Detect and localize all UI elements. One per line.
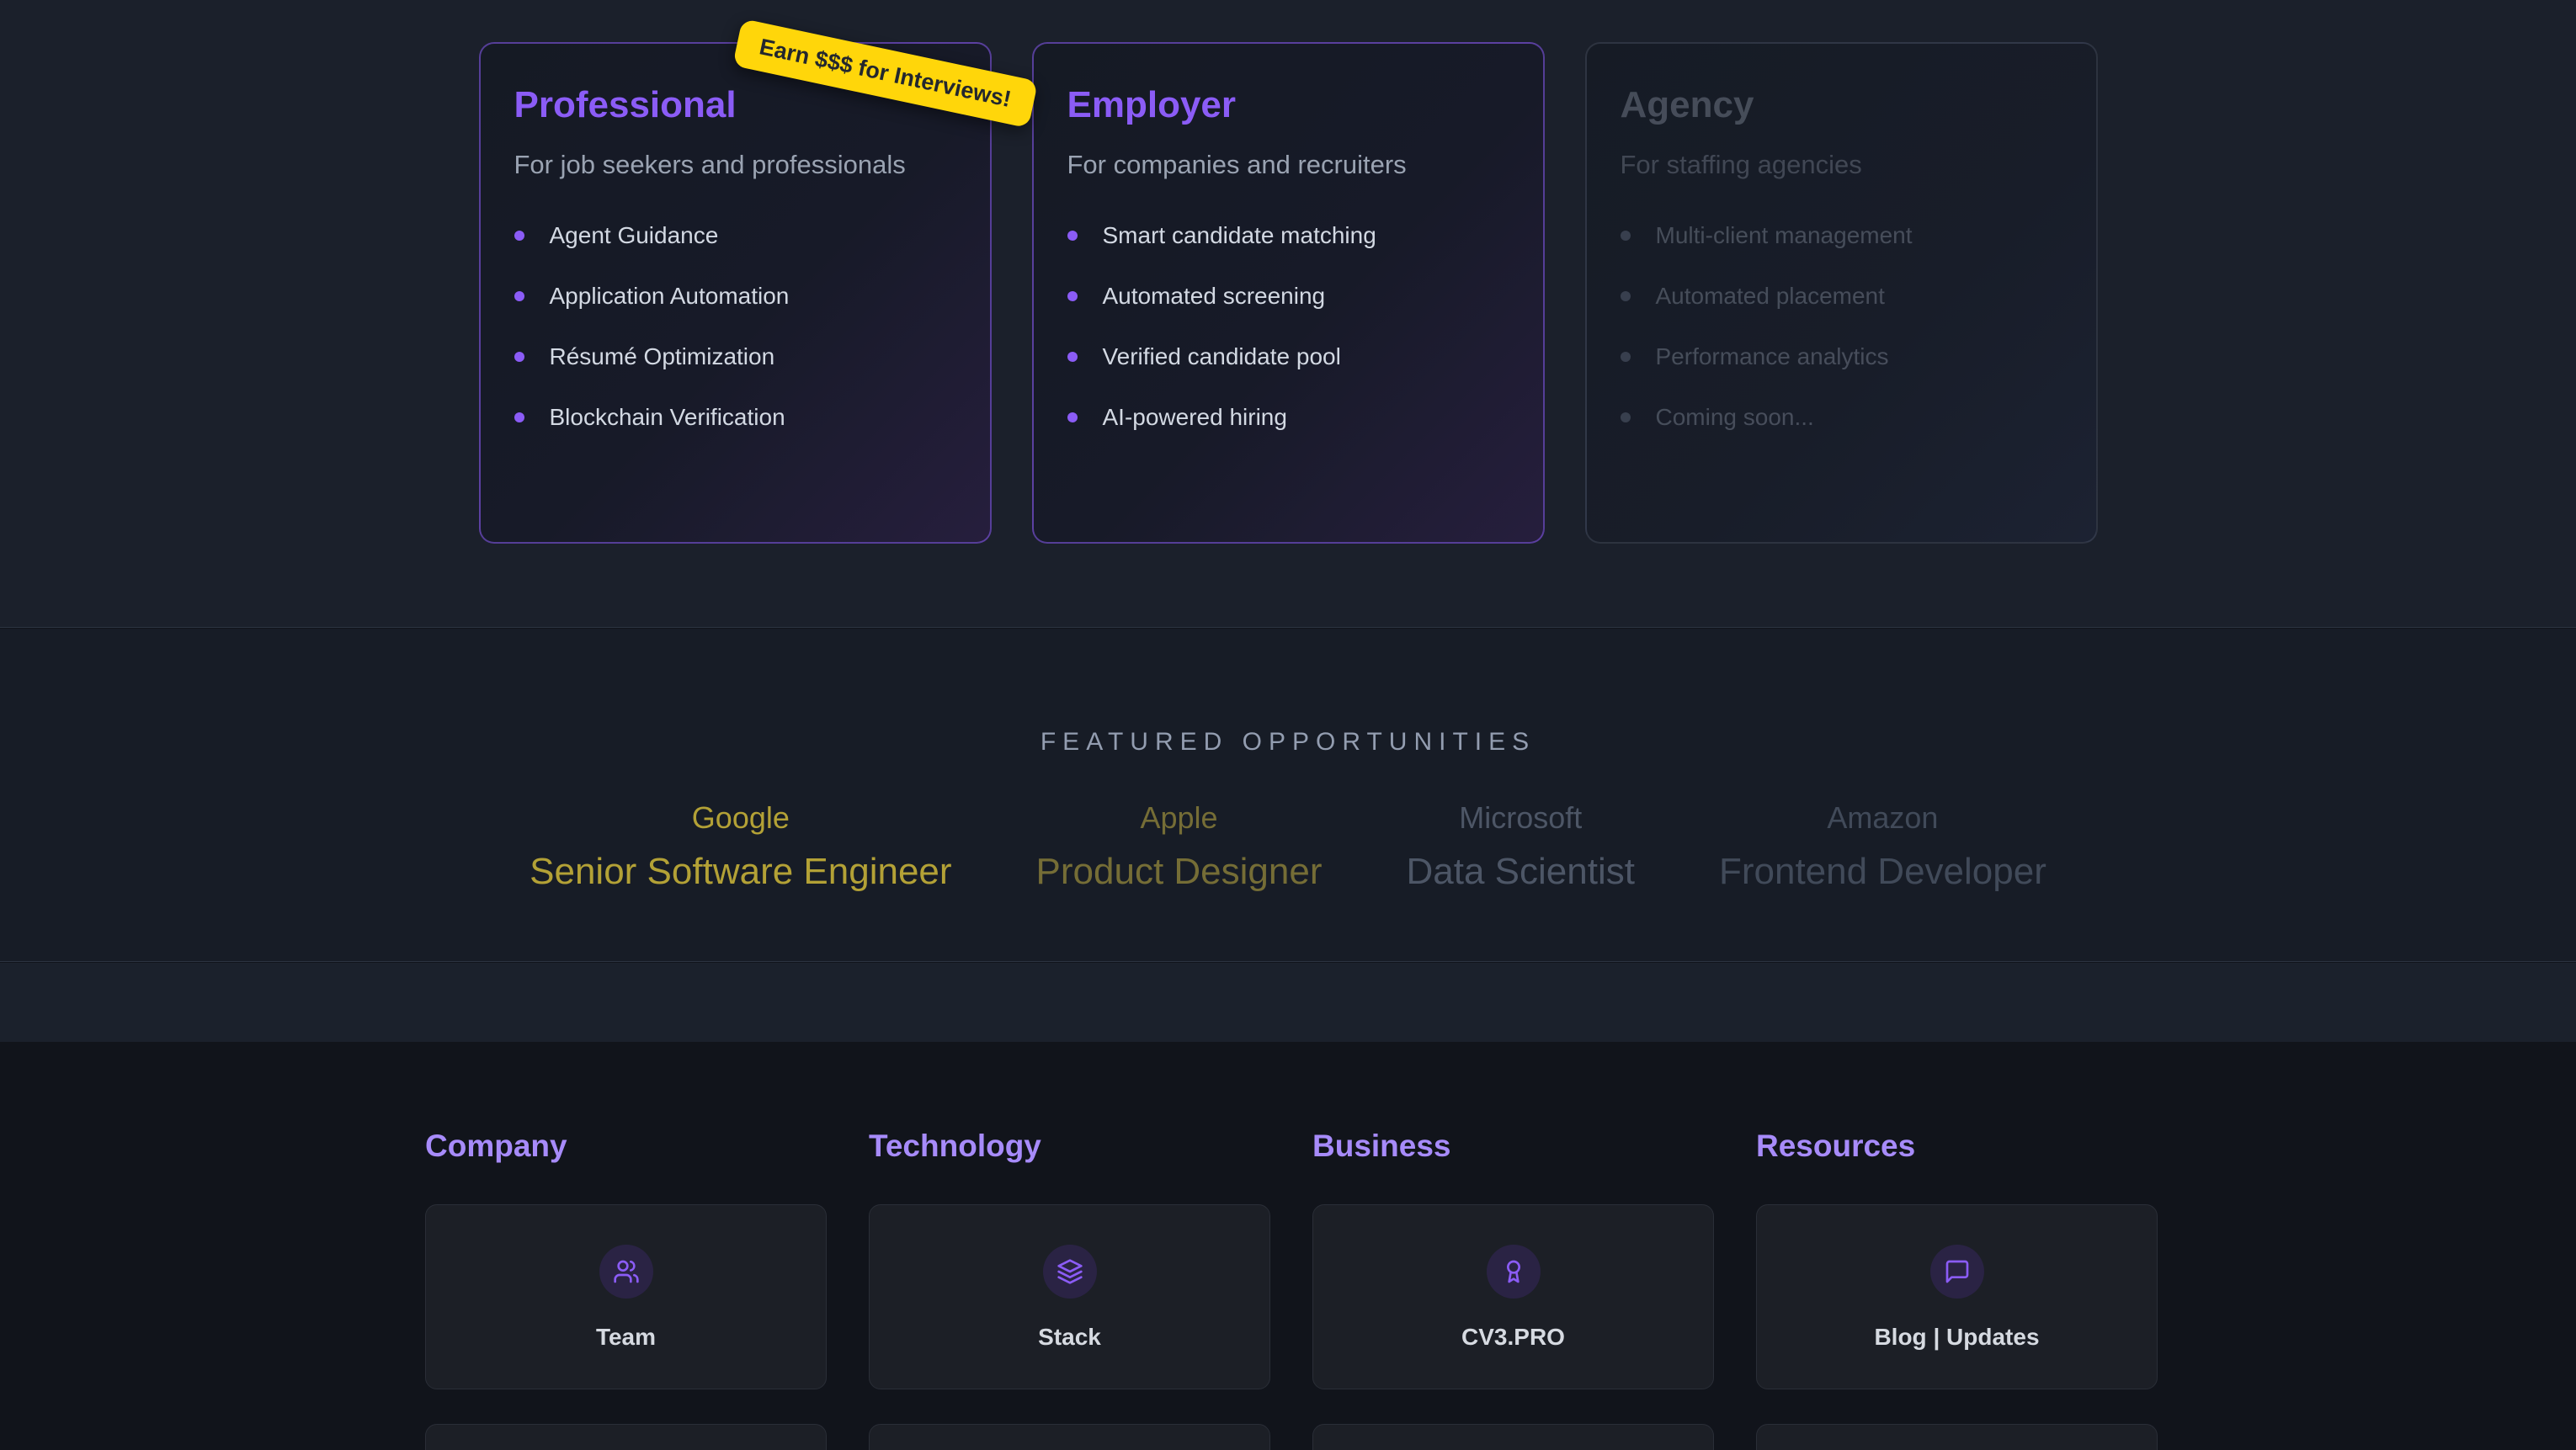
footer-column-business: Business CV3.PRO: [1312, 1129, 1714, 1450]
plan-feature: Verified candidate pool: [1067, 343, 1509, 370]
footer-card-partial[interactable]: [425, 1424, 827, 1450]
page: Earn $$$ for Interviews! Professional Fo…: [0, 0, 2576, 1450]
job-role: Product Designer: [1036, 851, 1323, 893]
plan-feature-list: Agent Guidance Application Automation Ré…: [514, 222, 956, 431]
featured-job-apple: Apple Product Designer: [1036, 800, 1323, 893]
footer-column-title: Resources: [1756, 1129, 2158, 1164]
job-role: Data Scientist: [1407, 851, 1635, 893]
plan-feature: Coming soon...: [1621, 404, 2062, 431]
layers-icon: [1056, 1258, 1083, 1285]
footer-column-technology: Technology Stack: [869, 1129, 1270, 1450]
plan-subtitle: For job seekers and professionals: [514, 150, 956, 180]
plan-feature-label: Verified candidate pool: [1103, 343, 1341, 370]
plan-card-professional[interactable]: Professional For job seekers and profess…: [479, 42, 992, 544]
plan-feature-label: Application Automation: [550, 283, 790, 310]
spacer-band: [0, 963, 2576, 1042]
plan-subtitle: For staffing agencies: [1621, 150, 2062, 180]
footer-card-partial[interactable]: [1312, 1424, 1714, 1450]
plan-feature-label: Automated screening: [1103, 283, 1326, 310]
footer-card-label: Stack: [1038, 1324, 1101, 1351]
plan-feature: Résumé Optimization: [514, 343, 956, 370]
users-icon: [613, 1258, 640, 1285]
footer-card-label: Team: [596, 1324, 656, 1351]
footer-column-title: Company: [425, 1129, 827, 1164]
featured-job-microsoft: Microsoft Data Scientist: [1407, 800, 1635, 893]
featured-job-google: Google Senior Software Engineer: [530, 800, 951, 893]
footer-card-stack[interactable]: Stack: [869, 1204, 1270, 1389]
plan-card-employer[interactable]: Employer For companies and recruiters Sm…: [1032, 42, 1545, 544]
icon-badge: [1930, 1245, 1984, 1299]
job-company: Google: [530, 800, 951, 836]
bullet-icon: [1067, 412, 1078, 422]
featured-job-amazon: Amazon Frontend Developer: [1719, 800, 2046, 893]
footer-card-team[interactable]: Team: [425, 1204, 827, 1389]
bullet-icon: [514, 412, 524, 422]
plan-feature-label: Automated placement: [1656, 283, 1885, 310]
plan-feature-label: Performance analytics: [1656, 343, 1889, 370]
footer-card-cv3pro[interactable]: CV3.PRO: [1312, 1204, 1714, 1389]
plan-title: Employer: [1067, 84, 1509, 126]
plan-feature-label: AI-powered hiring: [1103, 404, 1287, 431]
job-role: Frontend Developer: [1719, 851, 2046, 893]
icon-badge: [599, 1245, 653, 1299]
plan-feature-list: Multi-client management Automated placem…: [1621, 222, 2062, 431]
footer-card-blog[interactable]: Blog | Updates: [1756, 1204, 2158, 1389]
bullet-icon: [1621, 291, 1631, 301]
icon-badge: [1487, 1245, 1541, 1299]
plan-feature-label: Smart candidate matching: [1103, 222, 1376, 249]
plan-feature: Multi-client management: [1621, 222, 2062, 249]
plan-subtitle: For companies and recruiters: [1067, 150, 1509, 180]
plan-feature: Application Automation: [514, 283, 956, 310]
plan-feature-label: Résumé Optimization: [550, 343, 775, 370]
bullet-icon: [1621, 352, 1631, 362]
plan-feature-label: Coming soon...: [1656, 404, 1814, 431]
bullet-icon: [1621, 231, 1631, 241]
footer-column-title: Business: [1312, 1129, 1714, 1164]
plan-feature-label: Agent Guidance: [550, 222, 719, 249]
plans-row: Professional For job seekers and profess…: [0, 42, 2576, 544]
bullet-icon: [1067, 291, 1078, 301]
bullet-icon: [1621, 412, 1631, 422]
job-company: Apple: [1036, 800, 1323, 836]
plan-feature: AI-powered hiring: [1067, 404, 1509, 431]
plan-feature: Automated placement: [1621, 283, 2062, 310]
footer: Company Team Technology: [0, 1042, 2576, 1450]
featured-heading: FEATURED OPPORTUNITIES: [0, 728, 2576, 757]
bullet-icon: [514, 352, 524, 362]
chat-icon: [1944, 1258, 1971, 1285]
footer-card-label: CV3.PRO: [1461, 1324, 1565, 1351]
plans-section: Earn $$$ for Interviews! Professional Fo…: [0, 0, 2576, 628]
plan-title: Agency: [1621, 84, 2062, 126]
plan-feature: Agent Guidance: [514, 222, 956, 249]
plan-feature-label: Multi-client management: [1656, 222, 1913, 249]
plan-feature-label: Blockchain Verification: [550, 404, 785, 431]
footer-column-resources: Resources Blog | Updates: [1756, 1129, 2158, 1450]
footer-column-title: Technology: [869, 1129, 1270, 1164]
footer-column-company: Company Team: [425, 1129, 827, 1450]
bullet-icon: [1067, 231, 1078, 241]
footer-card-label: Blog | Updates: [1874, 1324, 2039, 1351]
plan-feature-list: Smart candidate matching Automated scree…: [1067, 222, 1509, 431]
featured-jobs-row: Google Senior Software Engineer Apple Pr…: [0, 800, 2576, 893]
bullet-icon: [514, 231, 524, 241]
bullet-icon: [514, 291, 524, 301]
job-company: Microsoft: [1407, 800, 1635, 836]
footer-card-partial[interactable]: [869, 1424, 1270, 1450]
plan-card-agency: Agency For staffing agencies Multi-clien…: [1585, 42, 2098, 544]
award-icon: [1500, 1258, 1527, 1285]
plan-feature: Blockchain Verification: [514, 404, 956, 431]
job-company: Amazon: [1719, 800, 2046, 836]
footer-grid: Company Team Technology: [425, 1129, 2158, 1450]
plan-feature: Performance analytics: [1621, 343, 2062, 370]
job-role: Senior Software Engineer: [530, 851, 951, 893]
bullet-icon: [1067, 352, 1078, 362]
footer-card-partial[interactable]: [1756, 1424, 2158, 1450]
plan-feature: Automated screening: [1067, 283, 1509, 310]
plan-feature: Smart candidate matching: [1067, 222, 1509, 249]
icon-badge: [1043, 1245, 1097, 1299]
featured-opportunities-section: FEATURED OPPORTUNITIES Google Senior Sof…: [0, 629, 2576, 962]
